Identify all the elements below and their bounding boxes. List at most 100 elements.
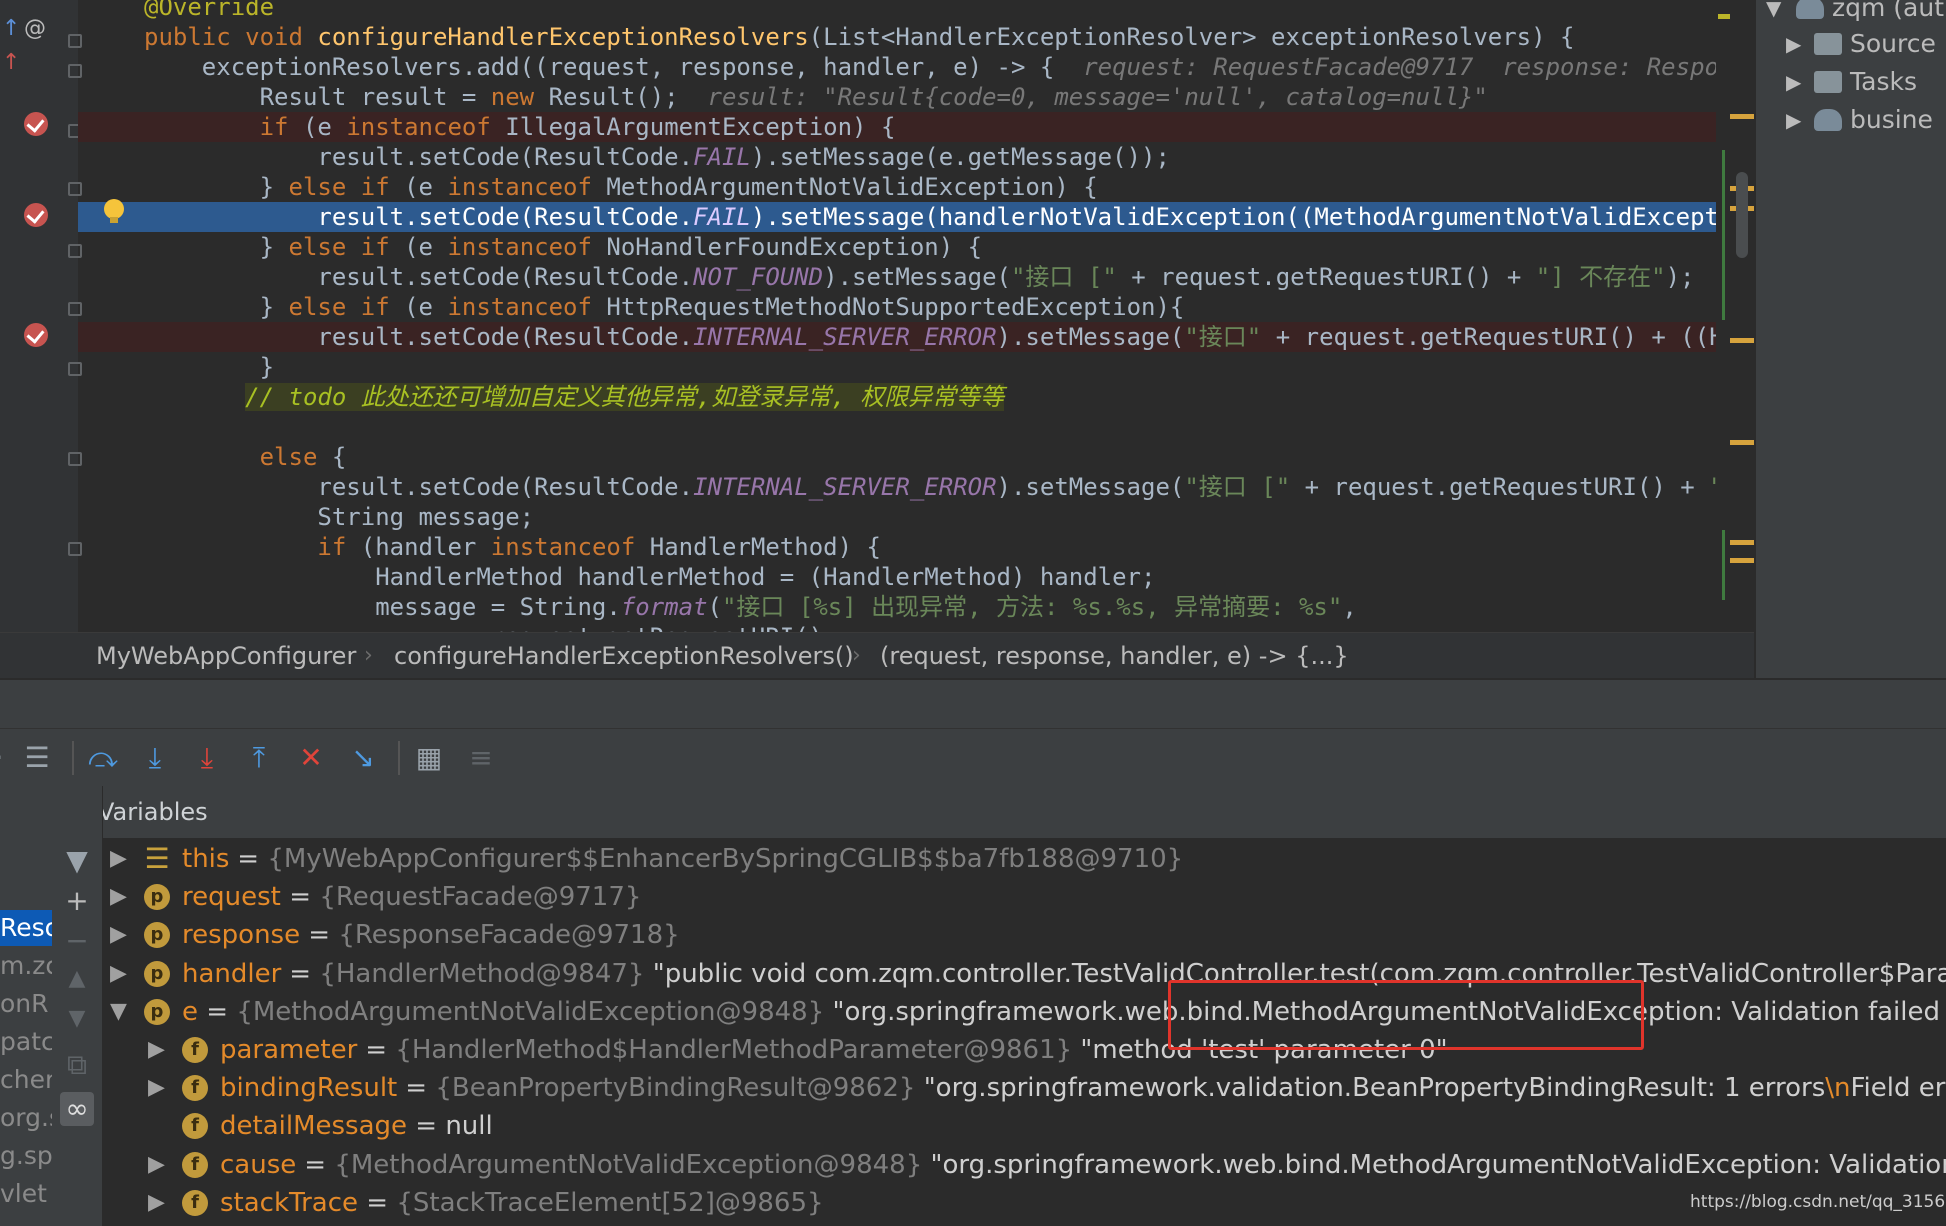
stack-frame-item[interactable]: m.zc — [0, 948, 52, 984]
variable-row[interactable]: ▶ f bindingResult = {BeanPropertyBindingRe… — [102, 1069, 1946, 1107]
variable-row[interactable]: ▼ p e = {MethodArgumentNotValidException@9… — [102, 993, 1946, 1031]
new-watch-icon[interactable]: + — [60, 884, 94, 918]
variable-row[interactable]: ▶ f parameter = {HandlerMethod$HandlerMeth… — [102, 1031, 1946, 1069]
newline-escape: \n — [1825, 1073, 1851, 1104]
expanded-triangle-icon[interactable]: ▼ — [1766, 0, 1781, 26]
run-to-cursor-icon[interactable]: ↘ — [346, 741, 380, 775]
force-step-into-icon[interactable]: ⤓ — [190, 741, 224, 775]
stack-frame-item[interactable]: cher — [0, 1062, 52, 1098]
variable-row[interactable]: f detailMessage = null — [102, 1107, 1946, 1145]
variable-row[interactable]: ▶ p request = {RequestFacade@9717} — [102, 878, 1946, 916]
variable-row[interactable]: ▶ p response = {ResponseFacade@9718} — [102, 916, 1946, 954]
collapsed-triangle-icon[interactable]: ▶ — [110, 878, 130, 916]
breakpoint-icon[interactable] — [24, 203, 48, 227]
code-token: (e — [404, 293, 448, 321]
editor-scrollbar-thumb[interactable] — [1736, 172, 1748, 258]
code-line[interactable]: result.setCode(ResultCode.INTERNAL_SERVE… — [78, 472, 1716, 502]
code-line[interactable]: Result result = new Result(); result: "R… — [78, 82, 1716, 112]
collapsed-triangle-icon[interactable]: ▶ — [110, 916, 130, 954]
stack-frame-item[interactable]: org.s — [0, 1100, 52, 1136]
move-up-icon[interactable]: ▲ — [60, 962, 94, 996]
collapsed-triangle-icon[interactable]: ▶ — [110, 955, 130, 993]
evaluate-expression-icon[interactable]: ▦ — [412, 741, 446, 775]
stack-frame-item[interactable]: patch — [0, 1024, 52, 1060]
step-out-icon[interactable]: ⤒ — [242, 741, 276, 775]
code-line[interactable]: message = String.format("接口 [%s] 出现异常, 方… — [78, 592, 1716, 622]
code-line[interactable]: public void configureHandlerExceptionRes… — [78, 22, 1716, 52]
collapsed-triangle-icon[interactable]: ▶ — [1786, 64, 1801, 100]
code-line[interactable]: } else if (e instanceof MethodArgumentNo… — [78, 172, 1716, 202]
code-token: ).setMessage( — [823, 263, 1011, 291]
collapsed-triangle-icon[interactable]: ▶ — [148, 1146, 168, 1184]
code-line[interactable]: else { — [78, 442, 1716, 472]
show-watches-icon[interactable]: ∞ — [60, 1092, 94, 1126]
code-token: format — [620, 593, 708, 621]
code-area[interactable]: @Override public void configureHandlerExc… — [78, 0, 1716, 632]
step-into-icon[interactable]: ⤓ — [138, 741, 172, 775]
intention-bulb-icon[interactable] — [104, 199, 124, 223]
toolbar-divider — [72, 741, 74, 775]
code-line[interactable] — [78, 412, 1716, 442]
stripe-mark[interactable] — [1730, 540, 1754, 545]
code-line[interactable]: request.getRequestURI(), — [78, 622, 1716, 632]
breadcrumb-item[interactable]: configureHandlerExceptionResolvers() — [394, 633, 854, 679]
collapsed-triangle-icon[interactable]: ▶ — [110, 840, 130, 878]
code-token: NOT_FOUND — [693, 263, 824, 291]
code-line[interactable]: result.setCode(ResultCode.INTERNAL_SERVE… — [78, 322, 1716, 352]
show-execution-point-icon[interactable]: ☰ — [20, 741, 54, 775]
variable-row[interactable]: ▶ f stackTrace = {StackTraceElement[52]@98… — [102, 1184, 1946, 1222]
code-line[interactable]: HandlerMethod handlerMethod = (HandlerMe… — [78, 562, 1716, 592]
breadcrumb-item[interactable]: MyWebAppConfigurer — [96, 633, 356, 679]
variable-row[interactable]: ▶ f cause = {MethodArgumentNotValidExcepti… — [102, 1146, 1946, 1184]
stripe-mark[interactable] — [1730, 114, 1754, 119]
stripe-mark[interactable] — [1730, 440, 1754, 445]
code-line[interactable]: exceptionResolvers.add((request, respons… — [78, 52, 1716, 82]
code-line[interactable]: // todo 此处还还可增加自定义其他异常,如登录异常, 权限异常等等 — [78, 382, 1716, 412]
copy-icon[interactable]: ⧉ — [60, 1048, 94, 1082]
code-token: INTERNAL_SERVER_ERROR — [693, 323, 997, 351]
move-down-icon[interactable]: ▼ — [60, 1002, 94, 1036]
code-line[interactable]: if (handler instanceof HandlerMethod) { — [78, 532, 1716, 562]
code-line[interactable]: } — [78, 352, 1716, 382]
collapsed-triangle-icon[interactable]: ▶ — [1786, 102, 1801, 138]
code-line-text: } else if (e instanceof NoHandlerFoundEx… — [144, 232, 983, 262]
code-line[interactable]: } else if (e instanceof HttpRequestMetho… — [78, 292, 1716, 322]
variable-row[interactable]: ▶ ☰ this = {MyWebAppConfigurer$$EnhancerBy… — [102, 840, 1946, 878]
step-over-icon[interactable]: ⤼ — [86, 741, 120, 775]
stack-frame-item[interactable]: vlet — [0, 1176, 52, 1212]
code-line[interactable]: @Override — [78, 0, 1716, 22]
trace-current-stream-icon[interactable]: ≡ — [464, 741, 498, 775]
breadcrumb-item[interactable]: (request, response, handler, e) -> {...} — [880, 633, 1349, 679]
stripe-mark[interactable] — [1718, 14, 1730, 19]
code-line[interactable]: if (e instanceof IllegalArgumentExceptio… — [78, 112, 1716, 142]
collapsed-triangle-icon[interactable]: ▶ — [1786, 26, 1801, 62]
code-token: ); — [1665, 263, 1695, 291]
variables-tree[interactable]: ▶ ☰ this = {MyWebAppConfigurer$$EnhancerBy… — [102, 838, 1946, 1226]
breakpoint-icon[interactable] — [24, 323, 48, 347]
code-line[interactable]: } else if (e instanceof NoHandlerFoundEx… — [78, 232, 1716, 262]
stack-frame-item[interactable]: Reso — [0, 910, 52, 946]
variable-row[interactable]: ▶ p handler = {HandlerMethod@9847} "public… — [102, 955, 1946, 993]
more-icon[interactable]: · — [0, 741, 16, 775]
remove-watch-icon[interactable]: − — [60, 924, 94, 958]
stripe-mark[interactable] — [1730, 338, 1754, 343]
stack-frame-item[interactable]: onR — [0, 986, 52, 1022]
drop-frame-icon[interactable]: ✕ — [294, 741, 328, 775]
code-editor[interactable]: ↑ @ ↑ @Override public void configureHand… — [0, 0, 1754, 632]
breakpoint-icon[interactable] — [24, 112, 48, 136]
code-line[interactable]: result.setCode(ResultCode.FAIL).setMessa… — [78, 202, 1716, 232]
collapsed-triangle-icon[interactable]: ▶ — [148, 1069, 168, 1107]
code-line[interactable]: String message; — [78, 502, 1716, 532]
code-line[interactable]: result.setCode(ResultCode.FAIL).setMessa… — [78, 142, 1716, 172]
override-arrow-icon[interactable]: ↑ — [2, 16, 20, 41]
stripe-mark[interactable] — [1730, 558, 1754, 563]
collapsed-triangle-icon[interactable]: ▶ — [148, 1031, 168, 1069]
code-token: ).setMessage(e.getMessage()); — [750, 143, 1170, 171]
filter-icon[interactable]: ▼ — [60, 844, 94, 878]
collapsed-triangle-icon[interactable]: ▶ — [148, 1184, 168, 1222]
lambda-arrow-icon[interactable]: ↑ — [2, 50, 20, 75]
expanded-triangle-icon[interactable]: ▼ — [110, 993, 130, 1031]
code-line[interactable]: result.setCode(ResultCode.NOT_FOUND).set… — [78, 262, 1716, 292]
stack-frame-item[interactable]: g.sp — [0, 1138, 52, 1174]
code-line-text: // todo 此处还还可增加自定义其他异常,如登录异常, 权限异常等等 — [144, 382, 1005, 412]
